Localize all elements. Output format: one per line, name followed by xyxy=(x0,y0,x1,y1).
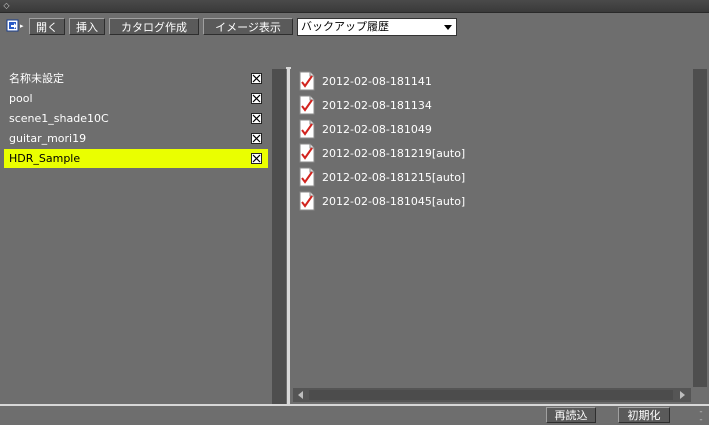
scroll-right-icon[interactable] xyxy=(680,391,685,399)
backup-name: 2012-02-08-181049 xyxy=(322,123,432,136)
backup-name: 2012-02-08-181141 xyxy=(322,75,432,88)
list-item-label: pool xyxy=(9,92,33,105)
reload-button[interactable]: 再読込 xyxy=(546,407,596,423)
list-item[interactable]: pool xyxy=(4,89,268,108)
document-check-icon xyxy=(299,167,315,187)
catalog-list-panel: 名称未設定 pool scene1_shade10C guitar_mori19… xyxy=(0,67,286,404)
insert-button[interactable]: 挿入 xyxy=(69,18,105,35)
list-item-selected[interactable]: HDR_Sample xyxy=(4,149,268,168)
history-select[interactable]: バックアップ履歴 xyxy=(297,18,457,36)
close-icon[interactable] xyxy=(251,153,262,164)
scrollbar-track[interactable] xyxy=(272,69,286,404)
scrollbar-track[interactable] xyxy=(309,390,673,400)
resize-grip-icon[interactable]: -- xyxy=(694,408,708,425)
list-item[interactable]: guitar_mori19 xyxy=(4,129,268,148)
list-item[interactable]: scene1_shade10C xyxy=(4,109,268,128)
document-check-icon xyxy=(299,143,315,163)
right-horizontal-scrollbar[interactable] xyxy=(293,388,691,402)
document-check-icon xyxy=(299,71,315,91)
panel-link-icon[interactable]: ▸ xyxy=(6,19,26,33)
close-icon[interactable] xyxy=(251,93,262,104)
left-vertical-scrollbar[interactable] xyxy=(272,69,286,404)
backup-name: 2012-02-08-181215[auto] xyxy=(322,171,466,184)
open-button[interactable]: 開く xyxy=(29,18,65,35)
document-check-icon xyxy=(299,191,315,211)
bottom-bar: 再読込 初期化 -- xyxy=(0,404,709,425)
list-item-label: HDR_Sample xyxy=(9,152,81,165)
document-check-icon xyxy=(299,119,315,139)
list-item-label: 名称未設定 xyxy=(9,72,64,85)
create-catalog-button[interactable]: カタログ作成 xyxy=(109,18,199,35)
document-check-icon xyxy=(299,95,315,115)
right-vertical-scrollbar[interactable] xyxy=(693,69,707,387)
panel-splitter[interactable] xyxy=(287,67,290,404)
backup-list-panel: 2012-02-08-181141 2012-02-08-181134 2012… xyxy=(291,67,709,404)
close-icon[interactable] xyxy=(251,113,262,124)
close-icon[interactable] xyxy=(251,73,262,84)
history-select-value: バックアップ履歴 xyxy=(301,20,389,33)
backup-name: 2012-02-08-181045[auto] xyxy=(322,195,466,208)
list-item-label: scene1_shade10C xyxy=(9,112,109,125)
chevron-down-icon xyxy=(444,25,452,30)
close-icon[interactable] xyxy=(251,133,262,144)
collapse-grip-icon[interactable]: ◇ xyxy=(2,1,11,11)
list-item-label: guitar_mori19 xyxy=(9,132,87,145)
reset-button[interactable]: 初期化 xyxy=(618,407,670,423)
backup-name: 2012-02-08-181134 xyxy=(322,99,432,112)
scroll-left-icon[interactable] xyxy=(298,391,303,399)
svg-text:▸: ▸ xyxy=(20,22,24,30)
backup-name: 2012-02-08-181219[auto] xyxy=(322,147,466,160)
title-bar: ◇ xyxy=(0,0,709,13)
image-view-button[interactable]: イメージ表示 xyxy=(203,18,293,35)
list-item[interactable]: 名称未設定 xyxy=(4,69,268,88)
toolbar: ▸ 開く 挿入 カタログ作成 イメージ表示 バックアップ履歴 xyxy=(0,13,709,69)
